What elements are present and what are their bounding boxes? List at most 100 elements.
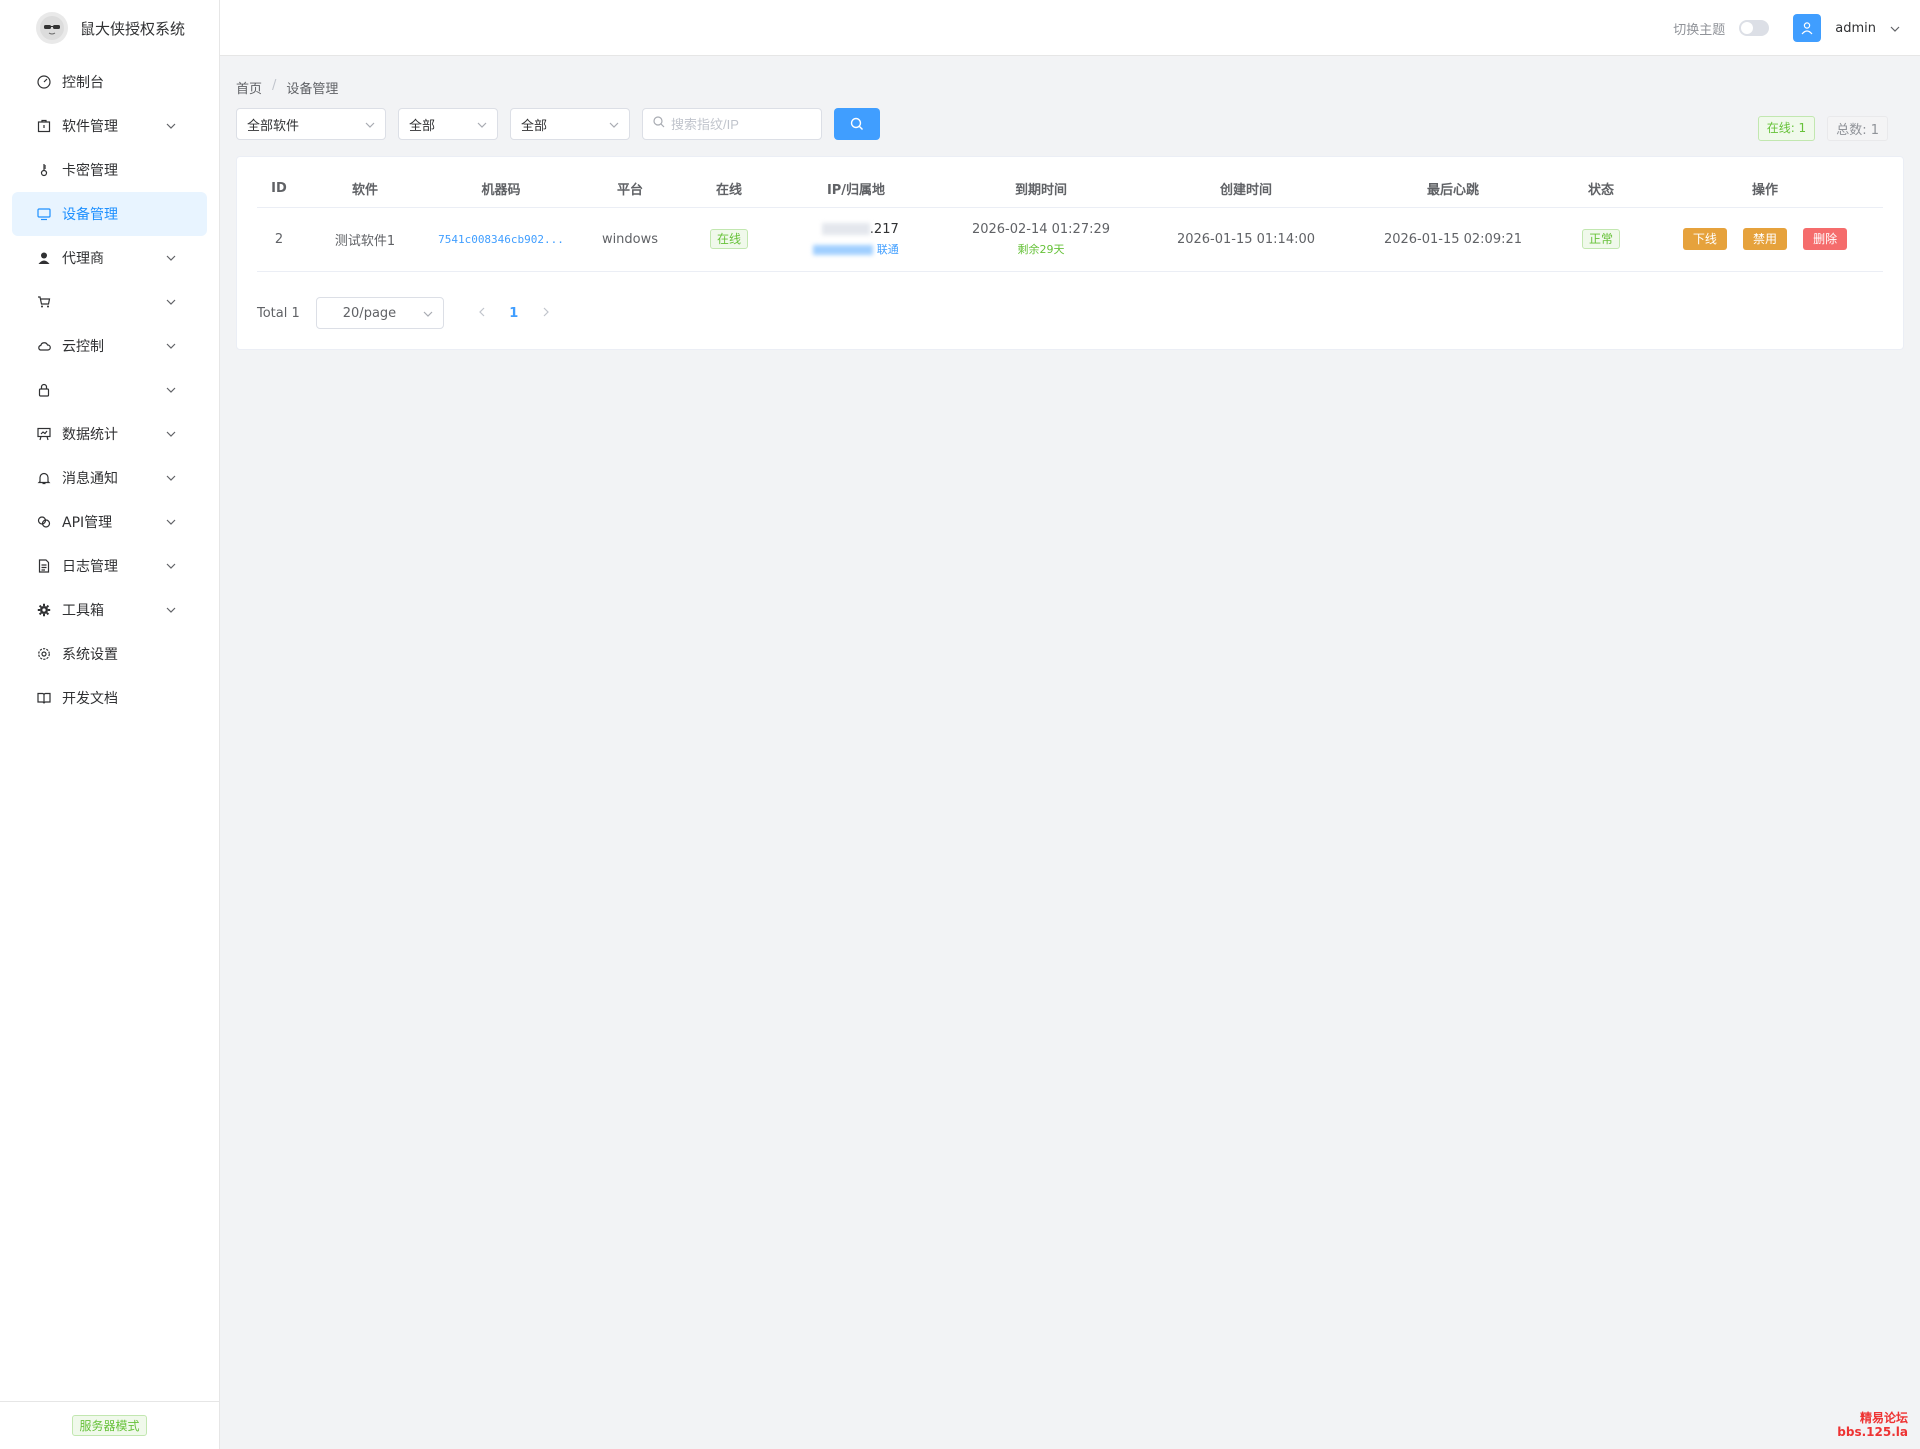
sidebar: 鼠大侠授权系统 控制台 软件管理 卡密管理 设备管理 代理商 云控制 数据统计 … [0,0,220,1449]
column-header: 到期时间 [941,171,1141,208]
platform-select[interactable]: 全部 [398,108,498,140]
sidebar-item-label: 数据统计 [62,427,118,443]
device-stats: 在线: 1 总数: 1 [1757,116,1904,141]
cell-machine-code: 7541c008346cb902... [429,207,573,272]
user-avatar[interactable] [1793,14,1822,42]
watermark-line2: bbs.125.la [1837,1425,1908,1439]
column-header: 软件 [301,171,429,208]
online-tag: 在线 [709,229,748,249]
sidebar-item-agents[interactable]: 代理商 [12,236,207,280]
chevron-down-icon [165,252,177,264]
status-select[interactable]: 全部 [510,108,630,140]
chevron-down-icon [165,516,177,528]
cell-id: 2 [257,207,301,272]
isp-suffix: 联通 [876,242,899,256]
column-header: 在线 [687,171,771,208]
device-table-card: ID 软件 机器码 平台 在线 IP/归属地 到期时间 创建时间 最后心跳 状态… [236,156,1904,350]
server-mode-tag: 服务器模式 [72,1415,147,1436]
status-tag: 正常 [1581,229,1620,249]
package-icon [36,118,52,134]
chevron-down-icon [165,428,177,440]
sidebar-item-software[interactable]: 软件管理 [12,104,207,148]
sidebar-item-label: 控制台 [62,75,104,91]
user-icon [36,250,52,266]
search-input[interactable] [671,116,811,132]
sidebar-item-settings[interactable]: 系统设置 [12,632,207,676]
chevron-down-icon [423,306,433,321]
sidebar-item-label: 卡密管理 [62,163,118,179]
sidebar-menu: 控制台 软件管理 卡密管理 设备管理 代理商 云控制 数据统计 消息通知 API… [0,60,219,720]
user-name[interactable]: admin [1835,21,1876,36]
sidebar-item-cards[interactable]: 卡密管理 [12,148,207,192]
brand[interactable]: 鼠大侠授权系统 [0,0,219,56]
ban-button[interactable]: 禁用 [1742,228,1787,250]
chevron-down-icon [609,117,619,132]
sidebar-item-api[interactable]: API管理 [12,500,207,544]
sidebar-item-label: 软件管理 [62,119,118,135]
forum-watermark: 精易论坛 bbs.125.la [1837,1411,1908,1439]
sidebar-item-cloud[interactable]: 云控制 [12,324,207,368]
prev-page-button[interactable] [466,305,498,321]
chevron-down-icon [165,472,177,484]
cart-icon [36,294,52,310]
sidebar-item-toolbox[interactable]: 工具箱 [12,588,207,632]
sidebar-item-label: 日志管理 [62,559,118,575]
cell-heartbeat: 2026-01-15 02:09:21 [1351,207,1555,272]
main-content: 首页 / 设备管理 全部软件 全部 全部 在线: 1 总数: 1 [220,56,1920,1449]
column-header: 操作 [1647,171,1883,208]
sidebar-item-dashboard[interactable]: 控制台 [12,60,207,104]
ip-location: .217 联通 [813,222,899,257]
theme-switch-label: 切换主题 [1673,22,1726,38]
chevron-down-icon[interactable] [1890,20,1900,36]
offline-button[interactable]: 下线 [1682,228,1727,250]
column-header: 平台 [573,171,687,208]
ip-suffix: .217 [869,221,899,237]
remaining-days: 剩余29天 [1017,242,1065,256]
machine-code-link[interactable]: 7541c008346cb902... [438,233,564,246]
cell-platform: windows [573,207,687,272]
cat-sunglasses-icon [36,12,68,44]
status-select-value: 全部 [521,118,548,134]
sidebar-item-label: 开发文档 [62,691,118,707]
sidebar-item-stats[interactable]: 数据统计 [12,412,207,456]
monitor-icon [36,206,52,222]
sidebar-item-logs[interactable]: 日志管理 [12,544,207,588]
sidebar-item-label: 设备管理 [62,207,118,223]
chevron-down-icon [165,384,177,396]
chevron-down-icon [165,604,177,616]
software-select-value: 全部软件 [247,118,300,134]
delete-button[interactable]: 删除 [1803,228,1848,250]
theme-toggle[interactable] [1739,20,1770,36]
ip-isp: 联通 [813,241,899,257]
chevron-down-icon [165,296,177,308]
chevron-right-icon [543,307,549,317]
software-select[interactable]: 全部软件 [236,108,386,140]
document-icon [36,558,52,574]
page-size-select[interactable]: 20/page [315,297,444,329]
sidebar-item-label: 系统设置 [62,647,118,663]
breadcrumb-current: 设备管理 [286,82,339,97]
sidebar-item-docs[interactable]: 开发文档 [12,676,207,720]
next-page-button[interactable] [530,305,562,321]
page-size-value: 20/page [342,305,397,321]
cell-ip: .217 联通 [771,207,941,272]
sidebar-item-notifications[interactable]: 消息通知 [12,456,207,500]
key-icon [36,162,52,178]
tools-gear-icon [36,602,52,618]
page-number[interactable]: 1 [498,306,530,321]
dashboard-icon [36,74,52,90]
sidebar-item-devices[interactable]: 设备管理 [12,192,207,236]
sidebar-item-redacted-shop[interactable] [12,280,207,324]
bell-icon [36,470,52,486]
search-button[interactable] [834,108,880,140]
search-box[interactable] [642,108,822,140]
column-header: 创建时间 [1141,171,1351,208]
sidebar-item-redacted-security[interactable] [12,368,207,412]
cloud-icon [36,338,52,354]
cell-expire: 2026-02-14 01:27:29 剩余29天 [941,207,1141,272]
breadcrumb-home[interactable]: 首页 [236,78,262,97]
cell-software: 测试软件1 [301,207,429,272]
sidebar-item-label: 代理商 [62,251,104,267]
search-icon [653,116,665,132]
sidebar-item-label: 消息通知 [62,471,118,487]
